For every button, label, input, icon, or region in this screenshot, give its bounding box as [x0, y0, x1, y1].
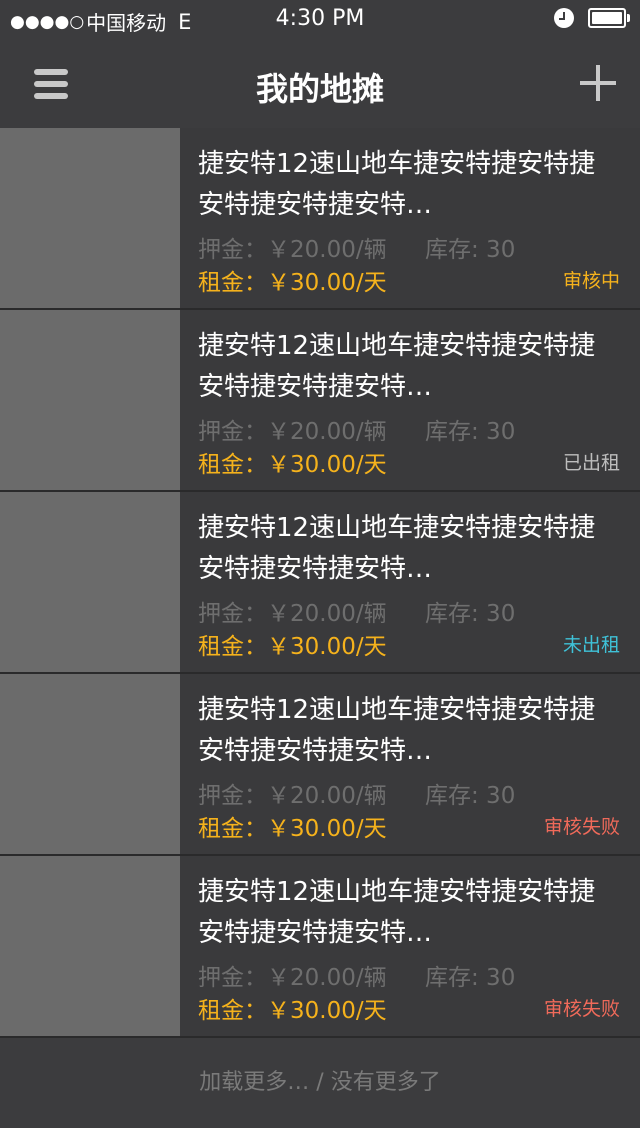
item-rent: 租金：￥30.00/天 — [198, 452, 387, 478]
status-badge: 未出租 — [562, 634, 620, 656]
item-rent: 租金：￥30.00/天 — [198, 634, 387, 660]
item-title: 捷安特12速山地车捷安特捷安特捷安特捷安特捷安特… — [198, 695, 596, 766]
item-deposit: 押金：￥20.00/辆 — [198, 601, 387, 627]
item-title: 捷安特12速山地车捷安特捷安特捷安特捷安特捷安特… — [198, 331, 596, 402]
item-stock: 库存: 30 — [425, 237, 516, 263]
status-right — [554, 8, 630, 28]
item-thumbnail — [0, 310, 180, 490]
item-stock: 库存: 30 — [425, 419, 516, 445]
item-stock: 库存: 30 — [425, 783, 516, 809]
status-badge: 审核失败 — [543, 816, 620, 838]
item-stock: 库存: 30 — [425, 601, 516, 627]
item-deposit: 押金：￥20.00/辆 — [198, 419, 387, 445]
item-thumbnail — [0, 856, 180, 1036]
stall-item-list: 捷安特12速山地车捷安特捷安特捷安特捷安特捷安特… 押金：￥20.00/辆 库存… — [0, 128, 640, 1038]
battery-icon — [588, 8, 630, 28]
list-item[interactable]: 捷安特12速山地车捷安特捷安特捷安特捷安特捷安特… 押金：￥20.00/辆 库存… — [0, 128, 640, 310]
status-bar: ●●●●○ 中国移动 E 4:30 PM — [0, 0, 640, 40]
status-time: 4:30 PM — [275, 6, 365, 31]
status-badge: 审核失败 — [543, 998, 620, 1020]
list-item[interactable]: 捷安特12速山地车捷安特捷安特捷安特捷安特捷安特… 押金：￥20.00/辆 库存… — [0, 856, 640, 1038]
item-deposit: 押金：￥20.00/辆 — [198, 237, 387, 263]
item-thumbnail — [0, 492, 180, 672]
page-title: 我的地摊 — [255, 70, 384, 108]
alarm-clock-icon — [554, 8, 574, 28]
plus-icon[interactable] — [580, 65, 616, 101]
status-badge: 审核中 — [562, 270, 620, 292]
list-item[interactable]: 捷安特12速山地车捷安特捷安特捷安特捷安特捷安特… 押金：￥20.00/辆 库存… — [0, 674, 640, 856]
item-deposit: 押金：￥20.00/辆 — [198, 965, 387, 991]
app-screen: ●●●●○ 中国移动 E 4:30 PM 我的地摊 捷安特12速山地车捷安特捷安… — [0, 0, 640, 1128]
item-thumbnail — [0, 128, 180, 308]
item-title: 捷安特12速山地车捷安特捷安特捷安特捷安特捷安特… — [198, 877, 596, 948]
item-rent: 租金：￥30.00/天 — [198, 816, 387, 842]
list-item[interactable]: 捷安特12速山地车捷安特捷安特捷安特捷安特捷安特… 押金：￥20.00/辆 库存… — [0, 492, 640, 674]
item-stock: 库存: 30 — [425, 965, 516, 991]
status-badge: 已出租 — [562, 452, 620, 474]
item-rent: 租金：￥30.00/天 — [198, 270, 387, 296]
item-rent: 租金：￥30.00/天 — [198, 998, 387, 1024]
item-title: 捷安特12速山地车捷安特捷安特捷安特捷安特捷安特… — [198, 149, 596, 220]
item-deposit: 押金：￥20.00/辆 — [198, 783, 387, 809]
load-more-button[interactable]: 加载更多… / 没有更多了 — [0, 1038, 640, 1128]
nav-bar: 我的地摊 — [0, 40, 640, 128]
item-title: 捷安特12速山地车捷安特捷安特捷安特捷安特捷安特… — [198, 513, 596, 584]
list-item[interactable]: 捷安特12速山地车捷安特捷安特捷安特捷安特捷安特… 押金：￥20.00/辆 库存… — [0, 310, 640, 492]
item-thumbnail — [0, 674, 180, 854]
